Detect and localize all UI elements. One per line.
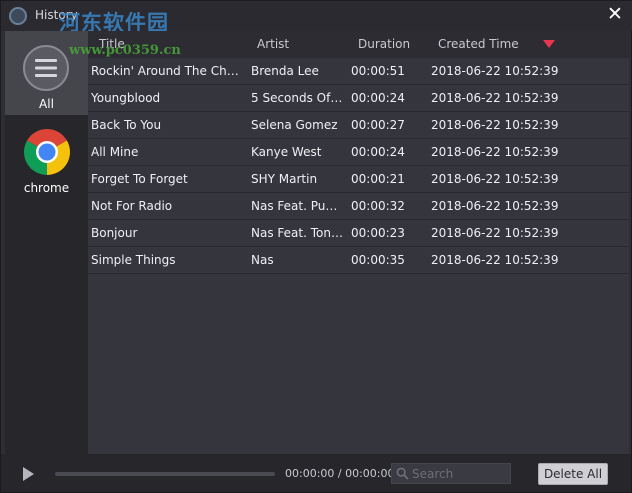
cell-artist: Selena Gomez	[251, 118, 338, 132]
sidebar-item-label: chrome	[23, 181, 70, 195]
cell-duration: 00:00:32	[351, 199, 405, 213]
cell-title: Simple Things	[91, 253, 176, 267]
cell-created-time: 2018-06-22 10:52:39	[431, 64, 559, 78]
sidebar-item-chrome[interactable]: chrome	[5, 119, 88, 197]
sidebar: All chrome	[5, 31, 88, 454]
close-button[interactable]: ✕	[605, 4, 625, 24]
history-table: Title Artist Duration Created Time Rocki…	[88, 31, 629, 454]
table-row[interactable]: Bonjour Nas Feat. Tony... 00:00:23 2018-…	[88, 220, 629, 247]
cell-created-time: 2018-06-22 10:52:39	[431, 172, 559, 186]
cell-artist: Brenda Lee	[251, 64, 319, 78]
search-input[interactable]	[412, 464, 508, 483]
app-logo-icon	[9, 7, 27, 25]
sidebar-item-label: All	[39, 97, 54, 111]
player-bar: 00:00:00 / 00:00:00 Delete All	[1, 454, 631, 492]
table-row[interactable]: All Mine Kanye West 00:00:24 2018-06-22 …	[88, 139, 629, 166]
cell-created-time: 2018-06-22 10:52:39	[431, 253, 559, 267]
table-row[interactable]: Simple Things Nas 00:00:35 2018-06-22 10…	[88, 247, 629, 274]
table-row[interactable]: Back To You Selena Gomez 00:00:27 2018-0…	[88, 112, 629, 139]
cell-title: All Mine	[91, 145, 139, 159]
cell-artist: 5 Seconds Of ...	[251, 91, 343, 105]
cell-artist: Kanye West	[251, 145, 322, 159]
cell-artist: Nas Feat. Puff ...	[251, 199, 343, 213]
history-window: History 河东软件园 ✕ www.pc0359.cn All chrome…	[0, 0, 632, 493]
play-icon[interactable]	[23, 467, 34, 481]
table-row[interactable]: Not For Radio Nas Feat. Puff ... 00:00:3…	[88, 193, 629, 220]
cell-title: Back To You	[91, 118, 162, 132]
cell-title: Youngblood	[91, 91, 161, 105]
table-body: Rockin' Around The Christ... Brenda Lee …	[88, 58, 629, 274]
cell-artist: Nas	[251, 253, 274, 267]
cell-created-time: 2018-06-22 10:52:39	[431, 118, 559, 132]
cell-duration: 00:00:24	[351, 145, 405, 159]
time-readout: 00:00:00 / 00:00:00	[285, 467, 395, 480]
cell-title: Rockin' Around The Christ...	[91, 64, 243, 78]
list-icon	[23, 45, 69, 91]
cell-created-time: 2018-06-22 10:52:39	[431, 145, 559, 159]
cell-duration: 00:00:24	[351, 91, 405, 105]
cell-artist: Nas Feat. Tony...	[251, 226, 343, 240]
column-header-artist[interactable]: Artist	[257, 37, 289, 51]
search-icon	[396, 467, 409, 480]
delete-all-button[interactable]: Delete All	[538, 463, 608, 485]
cell-duration: 00:00:35	[351, 253, 405, 267]
cell-duration: 00:00:23	[351, 226, 405, 240]
cell-duration: 00:00:27	[351, 118, 405, 132]
column-header-duration[interactable]: Duration	[358, 37, 410, 51]
column-header-created-time[interactable]: Created Time	[438, 37, 519, 51]
sort-descending-icon[interactable]	[543, 40, 555, 48]
title-bar: History 河东软件园 ✕	[1, 1, 632, 35]
cell-created-time: 2018-06-22 10:52:39	[431, 199, 559, 213]
cell-duration: 00:00:21	[351, 172, 405, 186]
table-row[interactable]: Forget To Forget SHY Martin 00:00:21 201…	[88, 166, 629, 193]
table-row[interactable]: Youngblood 5 Seconds Of ... 00:00:24 201…	[88, 85, 629, 112]
progress-slider[interactable]	[55, 472, 275, 476]
table-row[interactable]: Rockin' Around The Christ... Brenda Lee …	[88, 58, 629, 85]
cell-artist: SHY Martin	[251, 172, 318, 186]
cell-created-time: 2018-06-22 10:52:39	[431, 226, 559, 240]
cell-created-time: 2018-06-22 10:52:39	[431, 91, 559, 105]
watermark-url: www.pc0359.cn	[69, 43, 181, 58]
cell-title: Forget To Forget	[91, 172, 188, 186]
cell-duration: 00:00:51	[351, 64, 405, 78]
search-box[interactable]	[391, 463, 511, 484]
cell-title: Bonjour	[91, 226, 138, 240]
chrome-icon	[23, 129, 71, 175]
cell-title: Not For Radio	[91, 199, 173, 213]
